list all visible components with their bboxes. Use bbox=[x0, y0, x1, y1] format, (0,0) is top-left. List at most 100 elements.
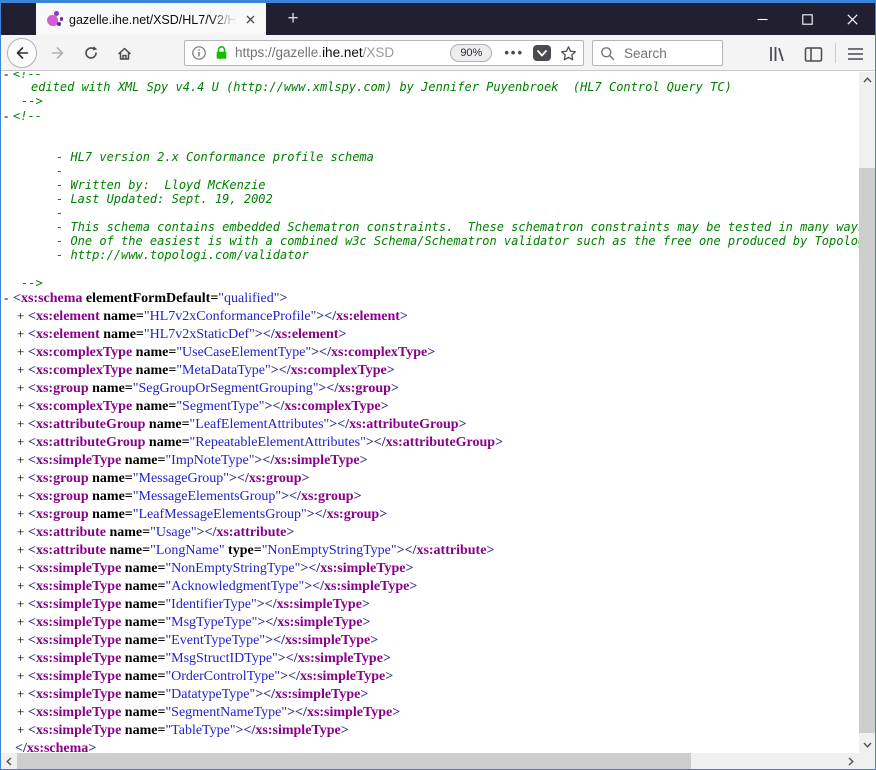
expand-toggle-icon[interactable]: - bbox=[4, 108, 13, 124]
url-scheme: https://gazelle. bbox=[235, 45, 322, 60]
expand-toggle-icon[interactable]: - bbox=[4, 290, 13, 306]
maximize-button[interactable] bbox=[785, 3, 830, 35]
toolbar-separator bbox=[835, 43, 836, 63]
new-tab-button[interactable]: + bbox=[278, 3, 308, 35]
lock-icon[interactable] bbox=[214, 45, 229, 61]
search-icon bbox=[600, 46, 615, 61]
xml-comment-text: edited with XML Spy v4.4 U (http://www.x… bbox=[31, 80, 732, 94]
expand-toggle-icon[interactable]: + bbox=[17, 578, 28, 594]
xml-comment-text: - One of the easiest is with a combined … bbox=[56, 234, 859, 248]
xml-tree: -<!--edited with XML Spy v4.4 U (http://… bbox=[1, 72, 859, 753]
horizontal-scroll-thumb[interactable] bbox=[17, 753, 691, 769]
xml-line: edited with XML Spy v4.4 U (http://www.x… bbox=[1, 80, 859, 94]
scroll-up-icon[interactable] bbox=[859, 72, 875, 88]
xml-line: -<xs:schema elementFormDefault="qualifie… bbox=[1, 290, 859, 308]
browser-window: gazelle.ihe.net/XSD/HL7/V2/HL + bbox=[0, 0, 876, 770]
scroll-down-icon[interactable] bbox=[859, 737, 875, 753]
xml-line: +<xs:element name="HL7v2xStaticDef"></xs… bbox=[1, 326, 859, 344]
xml-line: </xs:schema> bbox=[1, 740, 859, 753]
expand-toggle-icon[interactable]: + bbox=[17, 722, 28, 738]
expand-toggle-icon[interactable]: + bbox=[17, 488, 28, 504]
library-icon[interactable] bbox=[764, 43, 790, 65]
expand-toggle-icon[interactable]: + bbox=[17, 704, 28, 720]
expand-toggle-icon[interactable]: + bbox=[17, 596, 28, 612]
xml-line: +<xs:complexType name="MetaDataType"></x… bbox=[1, 362, 859, 380]
xml-line: +<xs:simpleType name="IdentifierType"></… bbox=[1, 596, 859, 614]
search-input[interactable] bbox=[622, 45, 715, 62]
xml-comment-text: - bbox=[56, 164, 63, 178]
expand-toggle-icon[interactable]: + bbox=[17, 560, 28, 576]
expand-toggle-icon[interactable]: + bbox=[17, 470, 28, 486]
xml-line bbox=[1, 262, 859, 276]
xml-line: +<xs:attribute name="LongName" type="Non… bbox=[1, 542, 859, 560]
xml-comment-text: - bbox=[56, 206, 63, 220]
expand-toggle-icon[interactable]: + bbox=[17, 542, 28, 558]
expand-toggle-icon[interactable]: + bbox=[17, 686, 28, 702]
xml-viewport: -<!--edited with XML Spy v4.4 U (http://… bbox=[1, 72, 859, 753]
xml-line: -<!-- bbox=[1, 72, 859, 80]
menu-button[interactable] bbox=[842, 43, 868, 65]
close-button[interactable] bbox=[830, 3, 875, 35]
expand-toggle-icon[interactable]: + bbox=[17, 524, 28, 540]
scroll-right-icon[interactable] bbox=[843, 753, 859, 769]
browser-tab[interactable]: gazelle.ihe.net/XSD/HL7/V2/HL bbox=[36, 3, 266, 35]
xml-line: +<xs:simpleType name="AcknowledgmentType… bbox=[1, 578, 859, 596]
expand-toggle-icon[interactable]: + bbox=[17, 398, 28, 414]
xml-line: +<xs:group name="LeafMessageElementsGrou… bbox=[1, 506, 859, 524]
page-content: -<!--edited with XML Spy v4.4 U (http://… bbox=[1, 72, 875, 769]
xml-line: +<xs:attribute name="Usage"></xs:attribu… bbox=[1, 524, 859, 542]
xml-line: +<xs:complexType name="SegmentType"></xs… bbox=[1, 398, 859, 416]
xml-line bbox=[1, 122, 859, 136]
expand-toggle-icon[interactable]: + bbox=[17, 344, 28, 360]
expand-toggle-icon[interactable]: + bbox=[17, 668, 28, 684]
minimize-button[interactable] bbox=[740, 3, 785, 35]
bookmark-star-icon[interactable] bbox=[560, 45, 577, 62]
horizontal-scrollbar[interactable] bbox=[1, 753, 859, 769]
tab-close-icon[interactable] bbox=[242, 11, 258, 27]
xml-line bbox=[1, 136, 859, 150]
expand-toggle-icon[interactable]: - bbox=[4, 72, 13, 82]
reload-button[interactable] bbox=[76, 38, 106, 68]
forward-button[interactable] bbox=[43, 38, 73, 68]
xml-line: - bbox=[1, 164, 859, 178]
back-button[interactable] bbox=[7, 38, 37, 68]
scroll-left-icon[interactable] bbox=[1, 753, 17, 769]
page-actions-icon[interactable]: ••• bbox=[504, 48, 524, 58]
xml-line: --> bbox=[1, 276, 859, 290]
url-domain: ihe.net bbox=[322, 45, 363, 60]
url-text: https://gazelle.ihe.net/XSD bbox=[235, 44, 450, 62]
vertical-scroll-thumb[interactable] bbox=[859, 168, 875, 733]
expand-toggle-icon[interactable]: + bbox=[17, 380, 28, 396]
xml-line: +<xs:group name="MessageElementsGroup"><… bbox=[1, 488, 859, 506]
pocket-icon[interactable] bbox=[533, 45, 551, 61]
window-controls bbox=[740, 3, 875, 35]
expand-toggle-icon[interactable]: + bbox=[17, 506, 28, 522]
xml-comment-text: - http://www.topologi.com/validator bbox=[56, 248, 309, 262]
xml-line: -<!-- bbox=[1, 108, 859, 122]
titlebar: gazelle.ihe.net/XSD/HL7/V2/HL + bbox=[1, 3, 875, 35]
expand-toggle-icon[interactable]: + bbox=[17, 362, 28, 378]
home-button[interactable] bbox=[109, 38, 139, 68]
xml-line: +<xs:attributeGroup name="RepeatableElem… bbox=[1, 434, 859, 452]
expand-toggle-icon[interactable]: + bbox=[17, 452, 28, 468]
navigation-toolbar: https://gazelle.ihe.net/XSD 90% ••• bbox=[1, 35, 875, 71]
xml-line: +<xs:simpleType name="TableType"></xs:si… bbox=[1, 722, 859, 740]
xml-comment-text: - Written by: Lloyd McKenzie bbox=[56, 178, 266, 192]
expand-toggle-icon[interactable]: + bbox=[17, 326, 28, 342]
expand-toggle-icon[interactable]: + bbox=[17, 650, 28, 666]
zoom-level-badge[interactable]: 90% bbox=[450, 44, 492, 62]
vertical-scrollbar[interactable] bbox=[859, 72, 875, 753]
expand-toggle-icon[interactable]: + bbox=[17, 416, 28, 432]
xml-line: +<xs:simpleType name="ImpNoteType"></xs:… bbox=[1, 452, 859, 470]
expand-toggle-icon[interactable]: + bbox=[17, 632, 28, 648]
site-favicon-icon bbox=[47, 11, 63, 27]
xml-line: +<xs:simpleType name="MsgStructIDType"><… bbox=[1, 650, 859, 668]
sidebar-icon[interactable] bbox=[800, 43, 826, 65]
expand-toggle-icon[interactable]: + bbox=[17, 434, 28, 450]
search-box bbox=[592, 40, 723, 66]
site-info-icon[interactable] bbox=[191, 45, 207, 61]
expand-toggle-icon[interactable]: + bbox=[17, 308, 28, 324]
url-bar[interactable]: https://gazelle.ihe.net/XSD 90% ••• bbox=[184, 40, 584, 66]
xml-line: - One of the easiest is with a combined … bbox=[1, 234, 859, 248]
expand-toggle-icon[interactable]: + bbox=[17, 614, 28, 630]
